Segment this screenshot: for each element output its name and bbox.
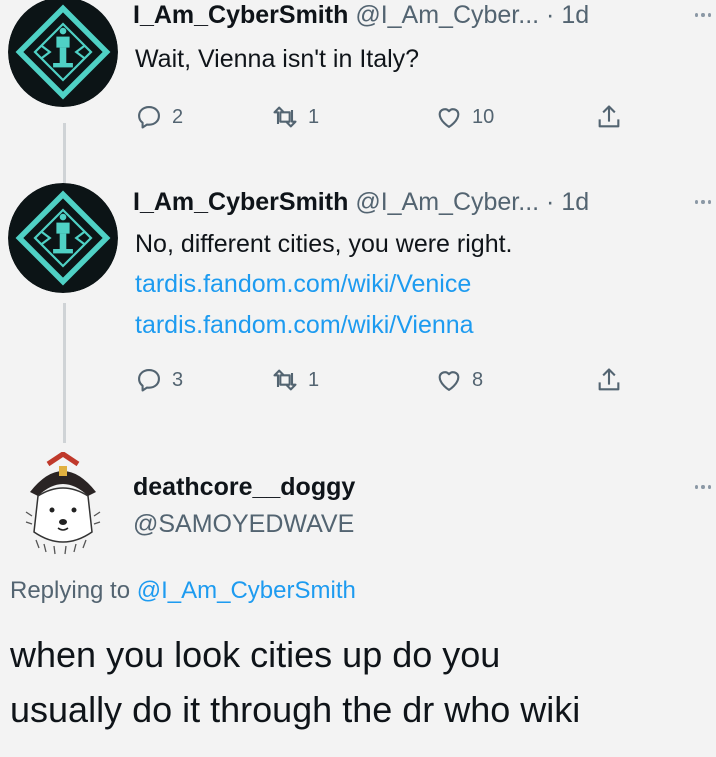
avatar[interactable] <box>18 452 108 562</box>
more-icon[interactable] <box>695 13 711 17</box>
display-name[interactable]: I_Am_CyberSmith <box>133 188 348 216</box>
replying-mention[interactable]: @I_Am_CyberSmith <box>137 577 356 604</box>
main-tweet-text-line1: when you look cities up do you <box>10 634 501 675</box>
more-icon[interactable] <box>695 200 711 204</box>
avatar[interactable] <box>8 0 118 107</box>
separator: · <box>546 188 555 216</box>
heart-icon <box>438 108 460 128</box>
reply-icon <box>138 369 160 392</box>
share-icon <box>598 105 620 128</box>
tweet[interactable]: I_Am_CyberSmith @I_Am_Cyber... · 1d Wait… <box>0 0 716 160</box>
tweet-header: I_Am_CyberSmith @I_Am_Cyber... · 1d <box>133 187 589 217</box>
retweet-icon <box>273 369 297 391</box>
handle[interactable]: @I_Am_Cyber... <box>355 1 539 29</box>
like-button[interactable]: 10 <box>435 103 494 131</box>
reply-count: 3 <box>172 368 184 391</box>
tweet-text: No, different cities, you were right. <box>135 230 513 258</box>
reply-count: 2 <box>172 105 184 128</box>
heart-icon <box>438 371 460 391</box>
reply-button[interactable]: 2 <box>135 103 183 131</box>
more-icon[interactable] <box>695 485 711 489</box>
tweet-link[interactable]: tardis.fandom.com/wiki/Vienna <box>135 306 474 344</box>
avatar[interactable] <box>8 183 118 293</box>
like-button[interactable]: 8 <box>435 366 483 394</box>
tweet-link[interactable]: tardis.fandom.com/wiki/Venice <box>135 265 471 303</box>
replying-to: Replying to @I_Am_CyberSmith <box>10 577 356 605</box>
timestamp[interactable]: 1d <box>561 1 589 29</box>
display-name[interactable]: deathcore__doggy <box>133 473 355 502</box>
retweet-count: 1 <box>308 105 320 128</box>
tweet-actions: 3 1 8 <box>135 365 635 395</box>
handle[interactable]: @I_Am_Cyber... <box>355 188 539 216</box>
main-tweet-text-line2: usually do it through the dr who wiki <box>10 689 581 730</box>
main-tweet[interactable]: deathcore__doggy @SAMOYEDWAVE Replying t… <box>0 440 716 757</box>
retweet-button[interactable]: 1 <box>271 366 319 394</box>
reply-icon <box>138 106 160 129</box>
cybersmith-avatar-icon <box>8 183 118 293</box>
share-button[interactable] <box>595 366 623 394</box>
separator: · <box>546 1 555 29</box>
share-button[interactable] <box>595 103 623 131</box>
tweet-text: Wait, Vienna isn't in Italy? <box>135 45 420 73</box>
retweet-icon <box>273 106 297 128</box>
handle[interactable]: @SAMOYEDWAVE <box>133 510 354 539</box>
tweet-header: I_Am_CyberSmith @I_Am_Cyber... · 1d <box>133 0 589 30</box>
retweet-button[interactable]: 1 <box>271 103 319 131</box>
replying-prefix: Replying to <box>10 577 131 604</box>
reply-button[interactable]: 3 <box>135 366 183 394</box>
display-name[interactable]: I_Am_CyberSmith <box>133 1 348 29</box>
retweet-count: 1 <box>308 368 320 391</box>
share-icon <box>598 368 620 391</box>
tweet[interactable]: I_Am_CyberSmith @I_Am_Cyber... · 1d No, … <box>0 180 716 410</box>
like-count: 8 <box>472 368 484 391</box>
like-count: 10 <box>472 105 495 128</box>
timestamp[interactable]: 1d <box>561 188 589 216</box>
cybersmith-avatar-icon <box>8 0 118 107</box>
samoyed-avatar-icon <box>18 452 108 562</box>
tweet-actions: 2 1 10 <box>135 102 635 132</box>
